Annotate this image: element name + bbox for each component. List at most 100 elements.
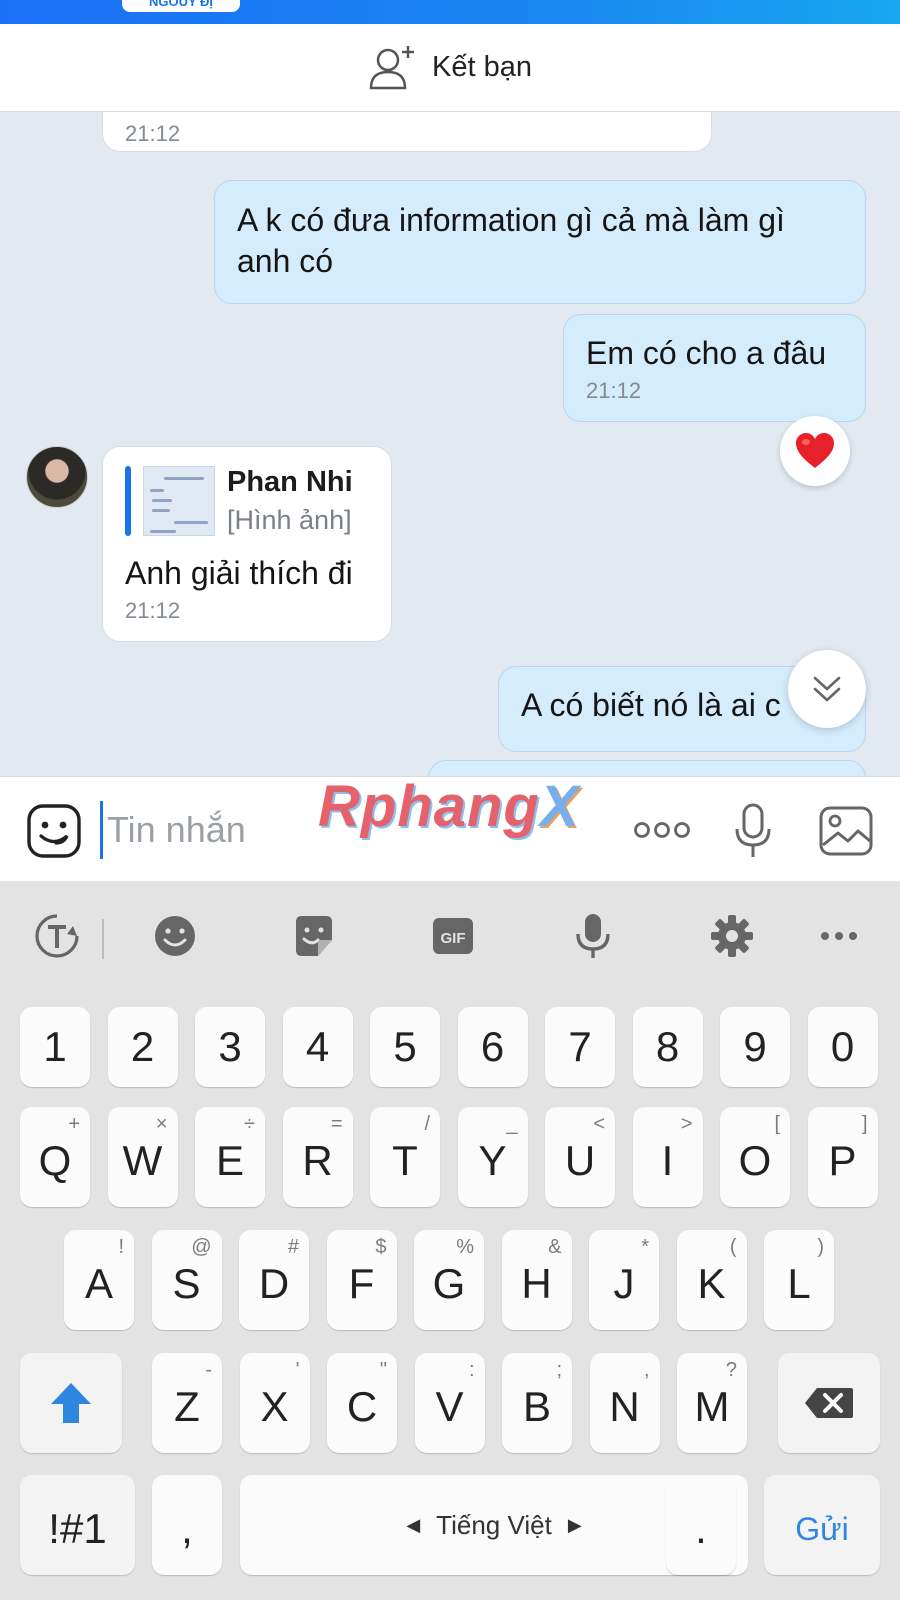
- key-label: L: [787, 1260, 811, 1307]
- key-2[interactable]: 2: [107, 1007, 178, 1087]
- key-d[interactable]: # D: [239, 1230, 309, 1330]
- key-secondary-label: ÷: [244, 1113, 255, 1135]
- key-l[interactable]: ) L: [764, 1230, 834, 1330]
- key-h[interactable]: & H: [501, 1230, 572, 1330]
- scroll-to-bottom-button[interactable]: [788, 650, 866, 728]
- settings-icon[interactable]: [707, 911, 757, 961]
- voice-input-icon[interactable]: [568, 911, 618, 961]
- more-icon[interactable]: [814, 911, 864, 961]
- key-label: K: [697, 1260, 726, 1307]
- message-input[interactable]: [100, 801, 600, 859]
- chat-area[interactable]: 21:12 A k có đưa information gì cả mà là…: [0, 112, 900, 776]
- period-key[interactable]: .: [666, 1475, 736, 1575]
- key-m[interactable]: ? M: [677, 1353, 747, 1453]
- translate-icon[interactable]: [32, 911, 82, 961]
- key-a[interactable]: ! A: [64, 1230, 134, 1330]
- key-x[interactable]: ' X: [239, 1353, 310, 1453]
- image-icon[interactable]: [818, 805, 874, 857]
- key-u[interactable]: < U: [545, 1107, 615, 1207]
- header-pill[interactable]: NGOUY ĐỊ: [122, 0, 240, 12]
- svg-text:GIF: GIF: [441, 930, 466, 947]
- key-label: B: [522, 1383, 551, 1430]
- avatar[interactable]: [26, 446, 88, 508]
- shift-arrow-icon: [51, 1383, 91, 1423]
- more-options-icon[interactable]: [632, 815, 692, 845]
- shift-key[interactable]: [20, 1353, 122, 1453]
- key-secondary-label: &: [548, 1236, 562, 1258]
- key-secondary-label: %: [456, 1236, 474, 1258]
- key-secondary-label: ×: [155, 1113, 168, 1135]
- reaction-badge[interactable]: [780, 416, 850, 486]
- key-label: 5: [393, 1023, 417, 1070]
- key-b[interactable]: ; B: [502, 1353, 572, 1453]
- gif-button[interactable]: GIF: [428, 911, 478, 961]
- message-bubble[interactable]: A k có đưa information gì cả mà làm gì a…: [214, 180, 866, 304]
- key-7[interactable]: 7: [545, 1007, 615, 1087]
- key-label: R: [302, 1137, 333, 1184]
- key-label: O: [738, 1137, 772, 1184]
- key-o[interactable]: [O: [720, 1107, 790, 1207]
- key-v[interactable]: :V: [414, 1353, 485, 1453]
- key-t[interactable]: / T: [370, 1107, 440, 1207]
- message-bubble[interactable]: Em có cho a đâu 21:12: [563, 314, 866, 422]
- emoji-icon[interactable]: [150, 911, 200, 961]
- key-secondary-label: /: [424, 1113, 430, 1135]
- key-label: I: [661, 1137, 674, 1184]
- key-label: ,: [181, 1505, 193, 1552]
- key-secondary-label: $: [375, 1236, 387, 1258]
- key-n[interactable]: ,N: [589, 1353, 660, 1453]
- key-label: .: [695, 1505, 707, 1552]
- key-w[interactable]: × W: [107, 1107, 178, 1207]
- key-label: S: [172, 1260, 201, 1307]
- key-label: 4: [305, 1023, 330, 1070]
- key-r[interactable]: = R: [282, 1107, 353, 1207]
- key-label: G: [432, 1260, 466, 1307]
- symbols-key[interactable]: !#1: [20, 1475, 135, 1575]
- message-time: 21:12: [586, 378, 642, 403]
- key-label: Y: [478, 1137, 507, 1184]
- sticker-icon[interactable]: [26, 803, 82, 859]
- sticker-icon[interactable]: [289, 911, 339, 961]
- backspace-icon: [805, 1388, 853, 1418]
- key-y[interactable]: _ Y: [457, 1107, 528, 1207]
- key-8[interactable]: 8: [632, 1007, 703, 1087]
- key-s[interactable]: @ S: [151, 1230, 222, 1330]
- backspace-key[interactable]: [778, 1353, 880, 1453]
- message-bubble[interactable]: Phan Nhi [Hình ảnh] Anh giải thích đi 21…: [102, 446, 392, 642]
- key-e[interactable]: ÷ E: [195, 1107, 265, 1207]
- keyboard-toolbar: GIF: [0, 881, 900, 991]
- key-z[interactable]: -Z: [152, 1353, 222, 1453]
- key-secondary-label: ,: [643, 1359, 650, 1381]
- message-time: 21:12: [125, 598, 181, 623]
- key-label: 1: [43, 1023, 67, 1070]
- heart-icon: [796, 433, 834, 468]
- key-1[interactable]: 1: [20, 1007, 90, 1087]
- key-3[interactable]: 3: [195, 1007, 265, 1087]
- send-key[interactable]: Gửi: [764, 1475, 880, 1575]
- key-p[interactable]: ] P: [807, 1107, 878, 1207]
- key-j[interactable]: * J: [589, 1230, 659, 1330]
- key-g[interactable]: % G: [414, 1230, 484, 1330]
- key-f[interactable]: $ F: [326, 1230, 397, 1330]
- key-q[interactable]: + Q: [20, 1107, 90, 1207]
- quoted-message[interactable]: Phan Nhi [Hình ảnh]: [125, 465, 369, 537]
- key-label: J: [613, 1260, 635, 1307]
- key-0[interactable]: 0: [807, 1007, 878, 1087]
- key-5[interactable]: 5: [370, 1007, 440, 1087]
- key-6[interactable]: 6: [457, 1007, 528, 1087]
- key-k[interactable]: (K: [676, 1230, 747, 1330]
- keyboard: GIF 1 2 3 4 5 6 7 8 9 0 + Q × W ÷ E = R / T _ Y < U > I[O] P ! A @ S # D…: [0, 881, 900, 1600]
- key-i[interactable]: > I: [632, 1107, 703, 1207]
- microphone-icon[interactable]: [733, 803, 773, 859]
- key-label: Gửi: [795, 1510, 849, 1547]
- quote-type: [Hình ảnh]: [227, 505, 352, 535]
- key-c[interactable]: " C: [327, 1353, 397, 1453]
- key-label: D: [258, 1260, 290, 1307]
- message-bubble[interactable]: 21:12: [102, 112, 712, 152]
- key-label: P: [828, 1137, 857, 1184]
- add-friend-bar[interactable]: Kết bạn: [0, 24, 900, 112]
- key-4[interactable]: 4: [282, 1007, 353, 1087]
- comma-key[interactable]: ,: [152, 1475, 222, 1575]
- quote-thumbnail: [143, 466, 215, 536]
- key-9[interactable]: 9: [720, 1007, 790, 1087]
